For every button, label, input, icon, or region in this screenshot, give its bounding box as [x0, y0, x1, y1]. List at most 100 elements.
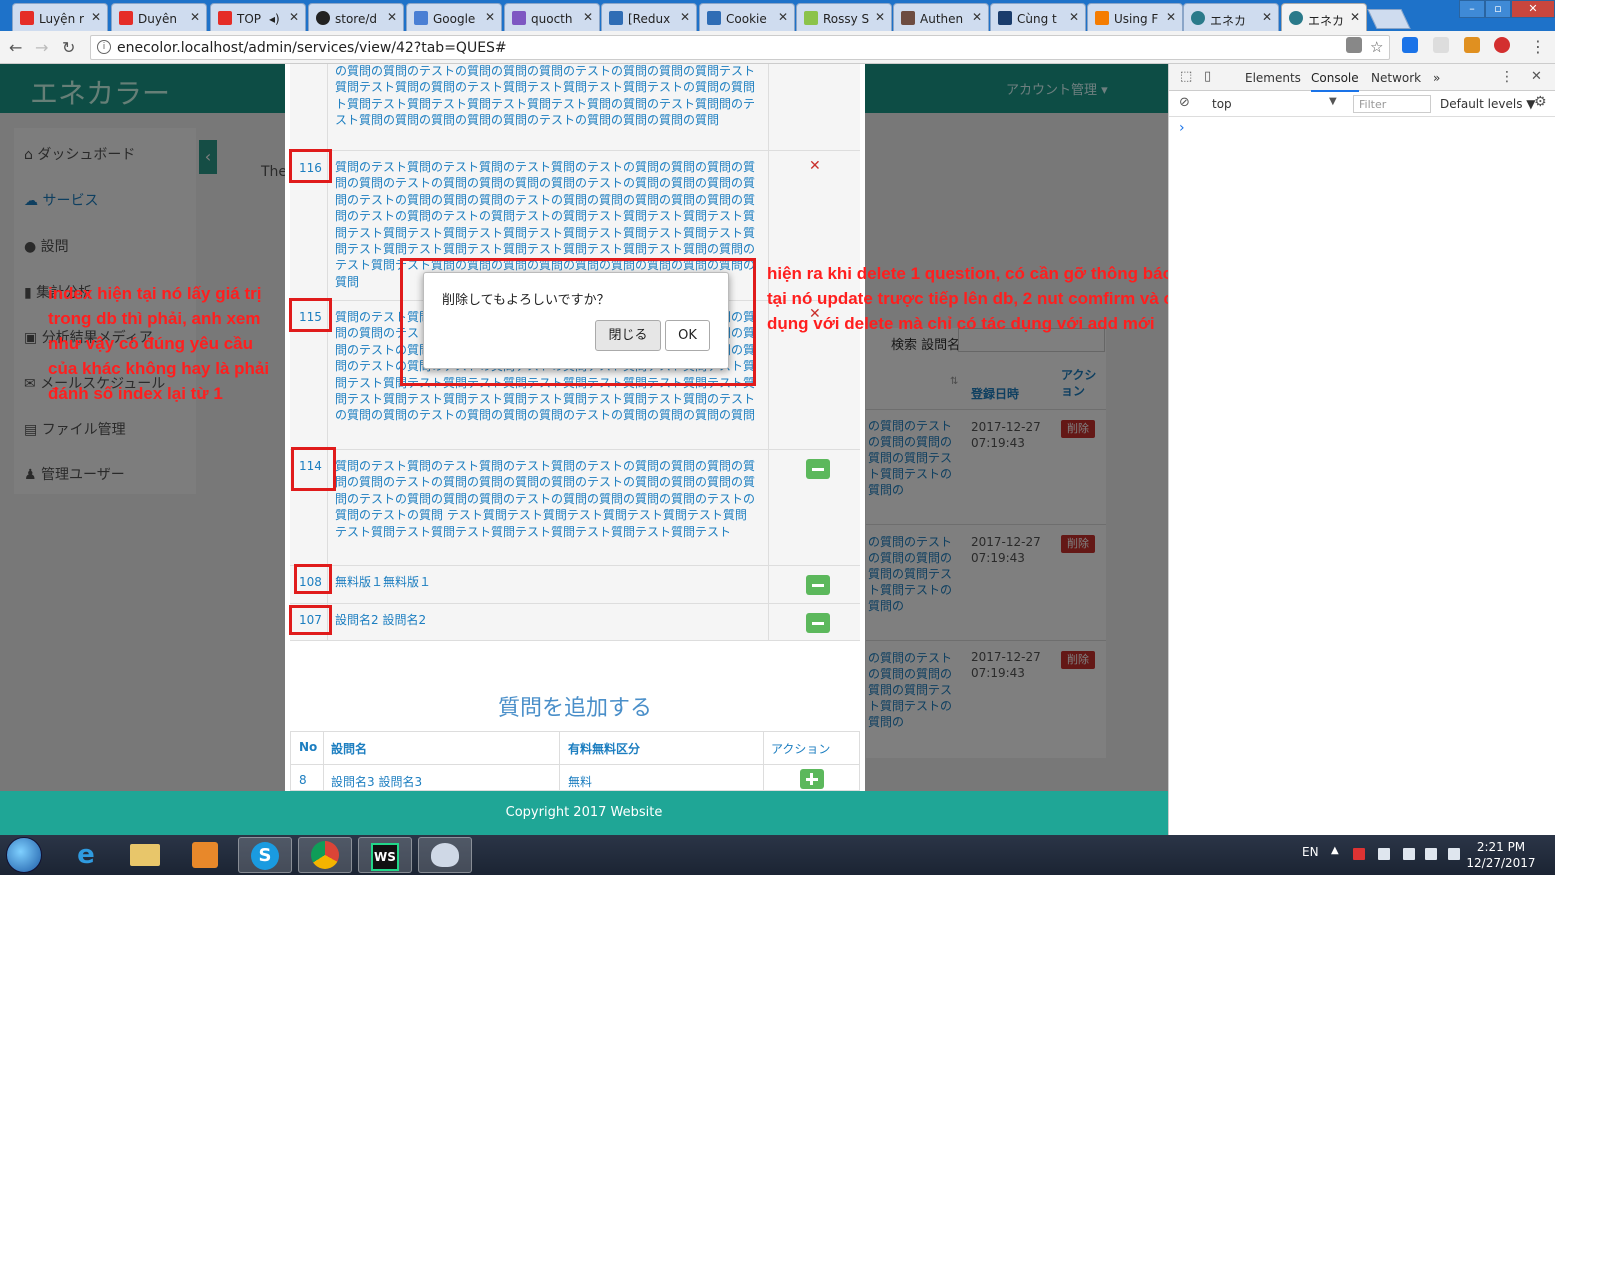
remove-button[interactable]: [806, 459, 830, 479]
tray-battery-icon[interactable]: [1378, 848, 1390, 860]
browser-tab[interactable]: Using F ✕: [1087, 3, 1183, 31]
paint-icon[interactable]: [418, 837, 472, 873]
system-clock[interactable]: 2:21 PM 12/27/2017: [1466, 839, 1536, 871]
caret-down-icon[interactable]: ▼: [1329, 96, 1337, 107]
media-player-icon[interactable]: [178, 837, 232, 873]
close-window-button[interactable]: ✕: [1511, 0, 1555, 18]
asterisk-icon: [1095, 11, 1109, 25]
row-action-cell: [768, 64, 860, 150]
extension-icon[interactable]: [1433, 37, 1449, 53]
chrome-icon[interactable]: [298, 837, 352, 873]
device-icon[interactable]: ▯: [1204, 69, 1211, 84]
browser-tab[interactable]: Luyện r ✕: [12, 3, 108, 31]
close-tab-icon[interactable]: ✕: [1350, 10, 1360, 24]
star-icon[interactable]: ☆: [1370, 38, 1383, 56]
clear-console-icon[interactable]: ⊘: [1179, 95, 1190, 110]
language-indicator[interactable]: EN: [1302, 845, 1319, 859]
youtube-icon: [218, 11, 232, 25]
translate-icon[interactable]: [1346, 37, 1362, 53]
row-action-cell: [768, 450, 860, 565]
column-divider: [323, 732, 324, 791]
file-explorer-icon[interactable]: [118, 837, 172, 873]
url-input[interactable]: i enecolor.localhost/admin/services/view/…: [90, 35, 1390, 60]
close-tab-icon[interactable]: ✕: [387, 10, 397, 24]
browser-tab[interactable]: quocth ✕: [504, 3, 600, 31]
speaker-icon[interactable]: [1403, 848, 1415, 860]
extension-translate-icon[interactable]: [1402, 37, 1418, 53]
youtube-icon: [20, 11, 34, 25]
tab-elements[interactable]: Elements: [1245, 71, 1301, 85]
network-icon[interactable]: [1425, 848, 1437, 860]
flag-icon[interactable]: [1448, 848, 1460, 860]
minimize-button[interactable]: –: [1459, 0, 1485, 18]
browser-tab[interactable]: store/d ✕: [308, 3, 404, 31]
github-icon: [316, 11, 330, 25]
browser-tab[interactable]: TOP ◂) ✕: [210, 3, 306, 31]
tab-network[interactable]: Network: [1371, 71, 1421, 85]
browser-tab[interactable]: Google ✕: [406, 3, 502, 31]
tray-expand-icon[interactable]: ▲: [1331, 845, 1339, 856]
close-tab-icon[interactable]: ✕: [289, 10, 299, 24]
close-tab-icon[interactable]: ✕: [1166, 10, 1176, 24]
add-button[interactable]: [800, 769, 824, 789]
tab-console[interactable]: Console: [1311, 71, 1359, 92]
browser-tab[interactable]: [Redux ✕: [601, 3, 697, 31]
kipalog-icon: [998, 11, 1012, 25]
youtube-icon: [119, 11, 133, 25]
extension-icon[interactable]: [1494, 37, 1510, 53]
row-action-cell: [768, 566, 860, 603]
gear-icon[interactable]: ⚙: [1534, 94, 1547, 110]
close-tab-icon[interactable]: ✕: [680, 10, 690, 24]
reload-icon[interactable]: ↻: [62, 38, 75, 57]
browser-tab[interactable]: Authen ✕: [893, 3, 989, 31]
row-name[interactable]: 設問名3 設問名3: [331, 773, 422, 790]
close-tab-icon[interactable]: ✕: [875, 10, 885, 24]
context-selector[interactable]: top: [1212, 97, 1232, 111]
browser-tab[interactable]: エネカ ✕: [1183, 3, 1279, 31]
remove-button[interactable]: [806, 613, 830, 633]
close-tab-icon[interactable]: ✕: [485, 10, 495, 24]
log-levels-dropdown[interactable]: Default levels ▼: [1440, 97, 1536, 111]
remove-button[interactable]: [806, 575, 830, 595]
kebab-menu-icon[interactable]: ⋮: [1500, 69, 1514, 85]
browser-tab[interactable]: Cùng t ✕: [990, 3, 1086, 31]
close-tab-icon[interactable]: ✕: [583, 10, 593, 24]
row-action-cell: [768, 604, 860, 640]
console-prompt[interactable]: ›: [1179, 120, 1185, 136]
close-icon[interactable]: ✕: [1531, 69, 1542, 84]
question-text[interactable]: 無料版１無料版１: [335, 574, 757, 592]
back-icon[interactable]: ←: [9, 38, 22, 57]
browser-tab[interactable]: Rossy S ✕: [796, 3, 892, 31]
restore-button[interactable]: ▫: [1485, 0, 1511, 18]
webstorm-icon[interactable]: WS: [358, 837, 412, 873]
close-tab-icon[interactable]: ✕: [1069, 10, 1079, 24]
question-text[interactable]: の質問の質問のテストの質問の質問の質問のテストの質問の質問の質問テスト質問テスト…: [335, 64, 757, 143]
browser-tab[interactable]: Cookie ✕: [699, 3, 795, 31]
question-text[interactable]: 質問のテスト質問のテスト質問のテスト質問のテストの質問の質問の質問の質問の質問の…: [335, 458, 757, 558]
start-button[interactable]: [6, 837, 42, 873]
row-type: 無料: [568, 775, 593, 789]
new-tab-button[interactable]: [1367, 9, 1411, 29]
inspect-icon[interactable]: ⬚: [1180, 69, 1192, 84]
close-tab-icon[interactable]: ✕: [190, 10, 200, 24]
menu-icon[interactable]: ⋮: [1530, 37, 1546, 56]
forward-icon[interactable]: →: [35, 38, 48, 57]
close-tab-icon[interactable]: ✕: [91, 10, 101, 24]
question-text[interactable]: 設問名2 設問名2: [335, 612, 757, 630]
close-tab-icon[interactable]: ✕: [1262, 10, 1272, 24]
internet-explorer-icon[interactable]: e: [59, 837, 113, 873]
window-controls: – ▫ ✕: [1459, 0, 1555, 20]
info-icon[interactable]: i: [97, 40, 111, 54]
annotation-box: [289, 298, 332, 332]
console-filter-input[interactable]: Filter: [1353, 95, 1431, 113]
browser-tab[interactable]: Duyên ✕: [111, 3, 207, 31]
tray-app-icon[interactable]: [1353, 848, 1365, 860]
extension-icon[interactable]: [1464, 37, 1480, 53]
close-tab-icon[interactable]: ✕: [972, 10, 982, 24]
close-tab-icon[interactable]: ✕: [778, 10, 788, 24]
skype-icon[interactable]: S: [238, 837, 292, 873]
more-tabs-icon[interactable]: »: [1433, 71, 1440, 85]
delete-x-button[interactable]: ✕: [809, 158, 821, 174]
table-row: の質問の質問のテストの質問の質問の質問のテストの質問の質問の質問テスト質問テスト…: [290, 64, 860, 150]
browser-tab-active[interactable]: エネカ ✕: [1281, 3, 1367, 32]
